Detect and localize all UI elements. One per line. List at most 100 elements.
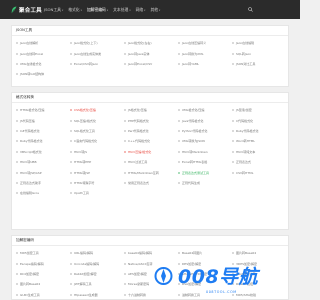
nav-item[interactable]: JSON工具 ▾ [44,7,63,13]
tool-link-label: C语言代码格式化 [74,139,98,144]
tool-link[interactable]: Json格式化(上下) [70,41,124,45]
tool-link[interactable]: SQL压缩/格式化 [70,119,124,123]
tool-link[interactable]: 图片转Base64 [232,251,286,255]
tool-link[interactable]: JS格式化/压缩 [124,108,178,112]
tool-link-label: CSS格式化/压缩 [74,108,96,113]
search-icon[interactable] [248,7,253,12]
tool-link[interactable]: JS代码压缩 [16,119,70,123]
tool-link[interactable]: Perl代码格式化 [124,129,178,133]
tool-link-label: JS代码压缩 [20,118,35,123]
tool-link[interactable]: Rabbit加密/解密 [70,272,124,276]
tool-link[interactable]: Json在线转Excel [16,52,70,56]
tool-link[interactable]: C代码格式化 [232,119,286,123]
tool-link[interactable]: Html转JS [70,150,124,154]
tool-link[interactable]: Json转YAML [178,62,232,66]
tool-link[interactable]: JWT解码工具 [70,282,124,286]
tool-link[interactable]: C++代码格式化 [124,139,178,143]
tool-link[interactable]: CSV转HTML [232,171,286,175]
tool-link[interactable]: 在线编辑Gros [16,191,70,195]
tool-link[interactable]: Escape编码/解码 [16,262,70,266]
tool-link[interactable]: HTML特殊字符 [70,181,124,185]
tool-link[interactable]: Html压缩/格式化 [124,150,178,154]
tool-link[interactable]: Html转UBB [16,160,70,164]
tool-link[interactable]: HTML/Markdown互转 [124,171,178,175]
tool-link[interactable]: Json转换为XML [178,52,232,56]
panel-header: 格式化转换 [12,93,288,103]
tool-link[interactable]: JSON转GO结构体 [16,72,70,76]
tool-link-label: Escape编码/解码 [20,261,44,266]
tool-link[interactable]: HTML转PHP [70,160,124,164]
tool-link[interactable]: JS混淆/加密 [232,108,286,112]
tool-link[interactable]: Word转HTML [232,139,286,143]
tool-link[interactable]: PHP代码格式化 [124,119,178,123]
tool-link[interactable]: Json在线解析 [16,41,70,45]
tool-link[interactable]: JSON对比工具 [232,62,286,66]
tool-link[interactable]: 图片转Base64 [16,282,70,286]
dot-icon [124,129,126,132]
tool-link[interactable]: Base64转图片 [178,251,232,255]
tool-link[interactable]: 常用正则表达式 [124,181,178,185]
tool-link[interactable]: HTML格式化/压缩 [16,108,70,112]
tool-link[interactable]: HTML转JSP [70,171,124,175]
tool-link-label: Html转UBB [20,160,37,165]
tool-link[interactable]: Html转纯文本 [232,150,286,154]
tool-link[interactable]: Unicode编码/解码 [70,262,124,266]
tool-link[interactable]: URL编码/解码 [70,251,124,255]
tool-link[interactable]: XML格式化/压缩 [178,108,232,112]
tool-link-label: 常用正则表达式 [128,180,150,185]
tool-link-label: Json在线解析 [20,41,39,46]
dot-icon [124,150,126,153]
tool-link[interactable]: base64编码/解码 [124,251,178,255]
dot-icon [178,62,180,65]
tool-link[interactable]: Json转Excel/CSV [124,62,178,66]
tool-link[interactable]: SQL转Json [232,52,286,56]
tool-link[interactable]: C语言代码格式化 [70,139,124,143]
dot-icon [70,272,72,275]
tool-link[interactable]: 正则表达式助手 [16,181,70,185]
tool-link[interactable]: MD5加密工具 [16,251,70,255]
tool-link[interactable]: Ruby代码格式化 [16,139,70,143]
dot-icon [16,192,18,195]
tool-link[interactable]: Json格式化(左右) [124,41,178,45]
tool-link[interactable]: SQL格式化工具 [70,129,124,133]
tool-link-row: 在线编辑Gros Xpath工具 [16,188,288,198]
tool-link[interactable]: Python代码格式化 [178,129,232,133]
tool-link[interactable]: 正则表达式 [232,160,286,164]
dot-icon [124,52,126,55]
nav-item[interactable]: 网络 ▾ [136,7,146,13]
tool-link[interactable]: XML转换为JSON [178,139,232,143]
tool-link[interactable]: Html转Markdown [178,150,232,154]
tool-link[interactable]: GUID生成工具 [16,293,70,297]
nav-item[interactable]: 加解密编码 ▾ [87,7,108,13]
tool-link[interactable]: RC4加密/解密 [16,272,70,276]
tool-link[interactable]: Html过滤工具 [124,160,178,164]
tool-link[interactable]: Json转Java实体 [124,52,178,56]
tool-link[interactable]: Json在线编辑 [232,41,286,45]
tool-link-label: Html过滤工具 [128,160,148,165]
nav-item[interactable]: 文本处理 ▾ [113,7,130,13]
tool-link[interactable]: CSS格式化/压缩 [70,108,124,112]
site-logo[interactable]: 聚合工具 [11,5,42,14]
tool-link[interactable]: Excel/CSV转Json [70,62,124,66]
dot-icon [16,283,18,286]
tool-link[interactable]: Json在线生成实体类 [70,52,124,56]
tool-link-row: Html转JSP/ASP HTML转JSP HTML/Markdown互转 正则表达式… [16,167,288,177]
tool-link[interactable]: Json在线压缩转义 [178,41,232,45]
chevron-down-icon: ▾ [144,8,146,12]
tool-link[interactable]: Html转JSP/ASP [16,171,70,175]
tool-link[interactable]: Excel转HTML表格 [178,160,232,164]
tool-link[interactable]: Java代码格式化 [178,119,232,123]
nav-item[interactable]: 其他 ▾ [150,7,160,13]
tool-link[interactable]: Ruby代码格式化 [232,129,286,133]
tool-link-label: Html转JS [74,149,87,154]
tool-link[interactable]: Xpath工具 [70,191,124,195]
tool-link[interactable]: 正则代码生成 [178,181,232,185]
tool-link-label: 正则代码生成 [182,180,201,185]
tool-link[interactable]: C#代码格式化 [16,129,70,133]
nav-item[interactable]: 格式化 ▾ [68,7,82,13]
tool-link[interactable]: VBScript格式化 [16,150,70,154]
tool-link[interactable]: XML在线格式化 [16,62,70,66]
tool-link[interactable]: 正则表达式测试工具 [178,171,232,175]
tool-link[interactable]: Htpasswd生成器 [70,293,124,297]
tool-link-grid: Json在线解析 Json格式化(上下) Json格式化(左右) Json在线压缩转义… [12,36,288,80]
